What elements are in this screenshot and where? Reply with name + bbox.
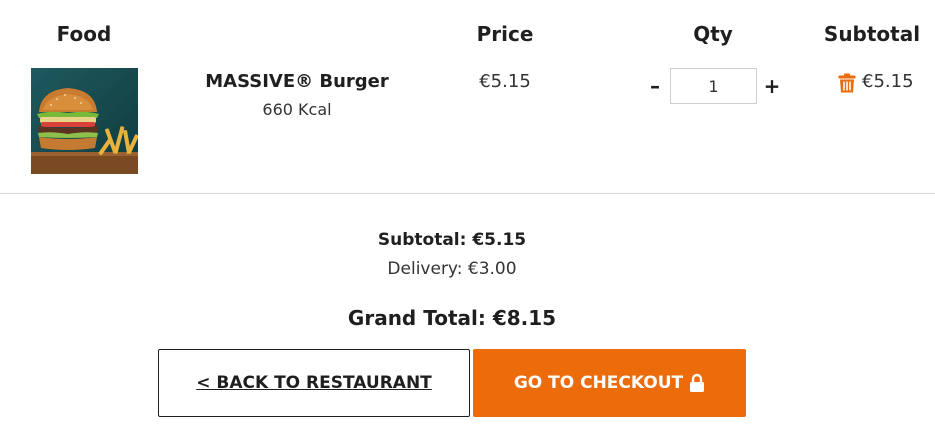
quantity-input[interactable]	[670, 68, 757, 104]
header-subtotal: Subtotal	[823, 22, 921, 46]
item-calories: 660 Kcal	[262, 100, 332, 119]
summary-grand-total: Grand Total: €8.15	[347, 306, 557, 330]
checkout-button-label: GO TO CHECKOUT	[513, 373, 684, 393]
food-image	[31, 68, 138, 174]
lock-icon	[690, 373, 705, 392]
decrease-quantity-button[interactable]: –	[643, 72, 667, 100]
increase-quantity-button[interactable]: +	[760, 72, 784, 100]
item-subtotal: €5.15	[862, 71, 914, 92]
summary-subtotal: Subtotal: €5.15	[377, 230, 527, 250]
back-button-label: < BACK TO RESTAURANT	[196, 373, 432, 393]
item-name[interactable]: MASSIVE® Burger	[205, 71, 389, 92]
divider	[0, 193, 935, 194]
item-price: €5.15	[479, 71, 531, 92]
header-qty: Qty	[693, 22, 733, 46]
back-to-restaurant-button[interactable]: < BACK TO RESTAURANT	[158, 349, 470, 417]
go-to-checkout-button[interactable]: GO TO CHECKOUT	[473, 349, 746, 417]
trash-icon[interactable]	[838, 73, 856, 93]
header-food: Food	[56, 22, 112, 46]
header-price: Price	[476, 22, 534, 46]
summary-delivery: Delivery: €3.00	[387, 259, 517, 279]
